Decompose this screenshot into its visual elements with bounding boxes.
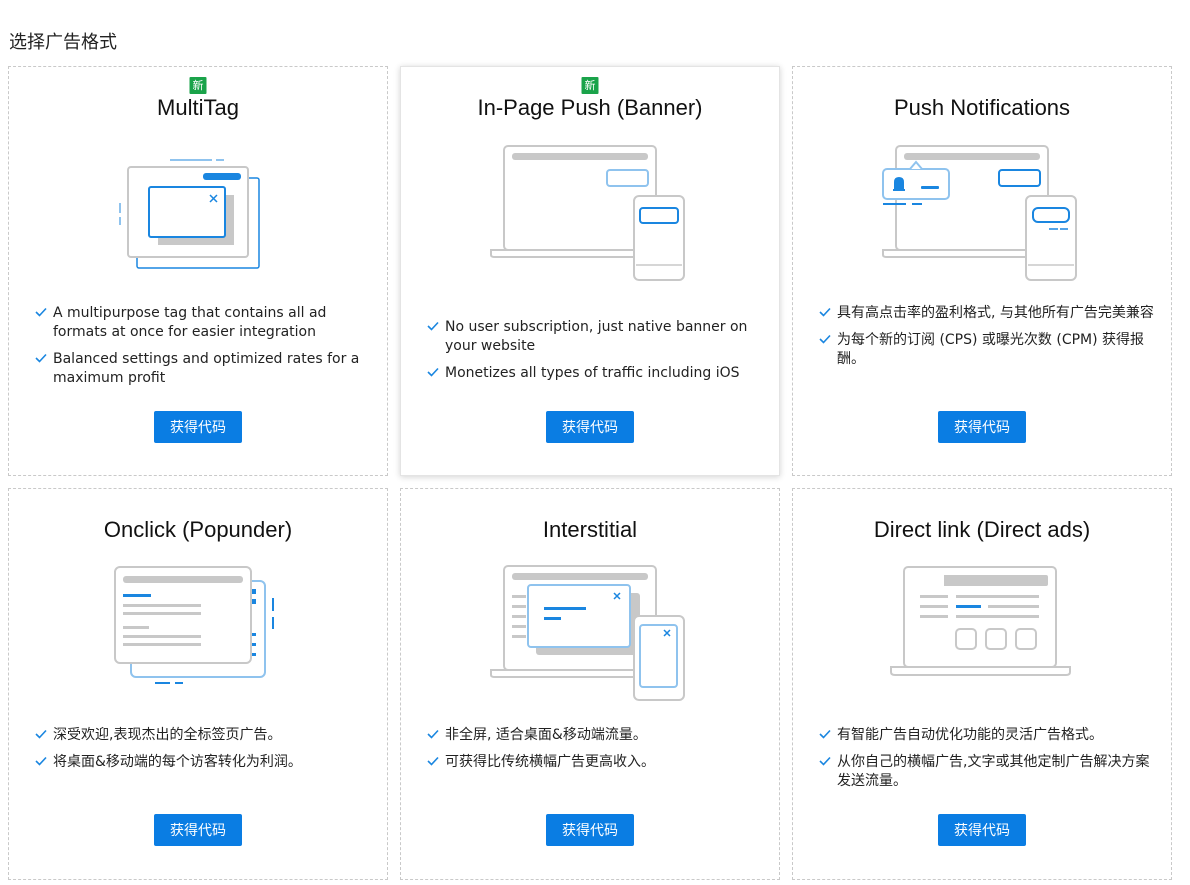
feature-text: 可获得比传统横幅广告更高收入。 xyxy=(445,754,655,770)
check-icon xyxy=(35,729,47,739)
feature-list: 有智能广告自动优化功能的灵活广告格式。 从你自己的横幅广告,文字或其他定制广告解… xyxy=(819,726,1157,799)
feature-item: 为每个新的订阅 (CPS) 或曝光次数 (CPM) 获得报酬。 xyxy=(819,331,1157,369)
feature-item: 深受欢迎,表现杰出的全标签页广告。 xyxy=(35,726,373,745)
card-in-page-push[interactable]: 新 In-Page Push (Banner) No user subscrip… xyxy=(400,66,780,476)
feature-item: 非全屏, 适合桌面&移动端流量。 xyxy=(427,726,765,745)
new-badge: 新 xyxy=(581,77,599,94)
feature-item: A multipurpose tag that contains all ad … xyxy=(35,304,373,342)
direct-link-illustration xyxy=(890,566,1071,676)
check-icon xyxy=(35,307,47,317)
feature-text: A multipurpose tag that contains all ad … xyxy=(53,305,327,340)
feature-text: 将桌面&移动端的每个访客转化为利润。 xyxy=(53,754,302,770)
card-onclick-popunder[interactable]: Onclick (Popunder) 深受欢迎,表现杰出的全标签页广告。 将桌面… xyxy=(8,488,388,880)
feature-item: 有智能广告自动优化功能的灵活广告格式。 xyxy=(819,726,1157,745)
feature-list: 非全屏, 适合桌面&移动端流量。 可获得比传统横幅广告更高收入。 xyxy=(427,726,765,780)
check-icon xyxy=(427,756,439,766)
feature-text: No user subscription, just native banner… xyxy=(445,319,748,354)
card-interstitial[interactable]: Interstitial 非全屏, 适合桌面&移动端流量。 可获得比传统横幅广告… xyxy=(400,488,780,880)
card-title: Push Notifications xyxy=(893,95,1071,120)
card-title: In-Page Push (Banner) xyxy=(477,95,703,120)
check-icon xyxy=(819,307,831,317)
card-direct-link[interactable]: Direct link (Direct ads) 有智能广告自动优化功能的灵活广… xyxy=(792,488,1172,880)
get-code-button[interactable]: 获得代码 xyxy=(154,814,242,846)
check-icon xyxy=(427,367,439,377)
in-page-push-illustration xyxy=(490,145,685,281)
check-icon xyxy=(35,756,47,766)
get-code-button[interactable]: 获得代码 xyxy=(546,411,634,443)
feature-list: No user subscription, just native banner… xyxy=(427,318,765,391)
feature-list: 具有高点击率的盈利格式, 与其他所有广告完美兼容 为每个新的订阅 (CPS) 或… xyxy=(819,304,1157,377)
card-title: Interstitial xyxy=(542,517,638,542)
feature-list: 深受欢迎,表现杰出的全标签页广告。 将桌面&移动端的每个访客转化为利润。 xyxy=(35,726,373,780)
feature-text: 具有高点击率的盈利格式, 与其他所有广告完美兼容 xyxy=(837,305,1154,321)
interstitial-illustration xyxy=(490,565,685,701)
card-multitag[interactable]: 新 MultiTag A multipurpose tag that conta… xyxy=(8,66,388,476)
feature-item: No user subscription, just native banner… xyxy=(427,318,765,356)
check-icon xyxy=(427,729,439,739)
check-icon xyxy=(35,353,47,363)
feature-item: Monetizes all types of traffic including… xyxy=(427,364,765,383)
check-icon xyxy=(819,756,831,766)
check-icon xyxy=(427,321,439,331)
push-notifications-illustration xyxy=(882,145,1077,281)
feature-item: 可获得比传统横幅广告更高收入。 xyxy=(427,753,765,772)
feature-item: 将桌面&移动端的每个访客转化为利润。 xyxy=(35,753,373,772)
feature-text: 为每个新的订阅 (CPS) 或曝光次数 (CPM) 获得报酬。 xyxy=(837,332,1145,367)
feature-item: Balanced settings and optimized rates fo… xyxy=(35,350,373,388)
feature-list: A multipurpose tag that contains all ad … xyxy=(35,304,373,396)
feature-text: 有智能广告自动优化功能的灵活广告格式。 xyxy=(837,727,1103,743)
get-code-button[interactable]: 获得代码 xyxy=(938,411,1026,443)
new-badge: 新 xyxy=(189,77,207,94)
feature-item: 从你自己的横幅广告,文字或其他定制广告解决方案发送流量。 xyxy=(819,753,1157,791)
feature-text: 从你自己的横幅广告,文字或其他定制广告解决方案发送流量。 xyxy=(837,754,1150,789)
page-title: 选择广告格式 xyxy=(9,32,117,53)
check-icon xyxy=(819,729,831,739)
check-icon xyxy=(819,334,831,344)
get-code-button[interactable]: 获得代码 xyxy=(938,814,1026,846)
card-title: Onclick (Popunder) xyxy=(103,517,293,542)
get-code-button[interactable]: 获得代码 xyxy=(154,411,242,443)
card-title: MultiTag xyxy=(157,95,239,120)
multitag-illustration xyxy=(119,159,260,269)
feature-text: 深受欢迎,表现杰出的全标签页广告。 xyxy=(53,727,282,743)
feature-text: 非全屏, 适合桌面&移动端流量。 xyxy=(445,727,647,743)
card-push-notifications[interactable]: Push Notifications 具有高点击率的盈利格式, 与其他所有广告完… xyxy=(792,66,1172,476)
feature-text: Balanced settings and optimized rates fo… xyxy=(53,351,360,386)
feature-text: Monetizes all types of traffic including… xyxy=(445,365,740,381)
get-code-button[interactable]: 获得代码 xyxy=(546,814,634,846)
popunder-illustration xyxy=(114,566,274,684)
card-title: Direct link (Direct ads) xyxy=(873,517,1091,542)
feature-item: 具有高点击率的盈利格式, 与其他所有广告完美兼容 xyxy=(819,304,1157,323)
